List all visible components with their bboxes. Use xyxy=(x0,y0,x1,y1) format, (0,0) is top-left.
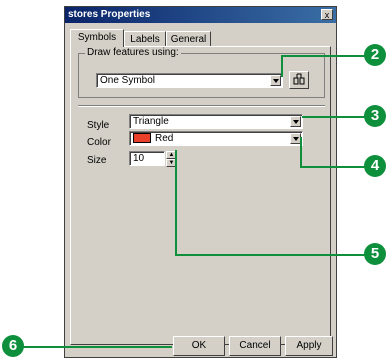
cancel-button[interactable]: Cancel xyxy=(229,336,281,356)
apply-button[interactable]: Apply xyxy=(285,336,333,356)
callout-line-4 xyxy=(300,166,366,168)
size-input[interactable]: 10 xyxy=(129,151,165,166)
dialog-title: stores Properties xyxy=(65,7,336,23)
draw-features-dropdown[interactable]: One Symbol xyxy=(96,73,283,88)
symbol-picker-icon xyxy=(293,73,305,85)
symbols-panel: Draw features using: One Symbol Style Tr… xyxy=(70,46,331,345)
callout-2-badge: 2 xyxy=(364,44,386,66)
callout-line-2 xyxy=(283,55,366,57)
callout-line-3 xyxy=(302,116,366,118)
callout-4-badge: 4 xyxy=(364,155,386,177)
tab-symbols[interactable]: Symbols xyxy=(70,29,124,47)
size-value: 10 xyxy=(133,153,145,164)
callout-6-badge: 6 xyxy=(2,335,24,357)
symbol-properties-button[interactable] xyxy=(289,71,309,89)
callout-line-4-drop xyxy=(300,137,302,167)
ok-button[interactable]: OK xyxy=(173,336,225,356)
callout-3-badge: 3 xyxy=(364,105,386,127)
draw-features-value: One Symbol xyxy=(100,75,156,86)
style-dropdown[interactable]: Triangle xyxy=(129,114,303,129)
color-value: Red xyxy=(155,133,174,144)
style-value: Triangle xyxy=(133,116,169,127)
callout-5-badge: 5 xyxy=(364,243,386,265)
tab-general[interactable]: General xyxy=(166,31,211,46)
size-label: Size xyxy=(87,155,107,166)
callout-line-2-drop xyxy=(281,55,283,77)
draw-features-label: Draw features using: xyxy=(85,47,181,58)
color-swatch xyxy=(133,133,151,144)
separator xyxy=(78,105,325,107)
callout-line-6 xyxy=(22,346,172,348)
callout-line-5-drop xyxy=(175,150,177,255)
chevron-down-icon[interactable] xyxy=(270,75,281,86)
draw-features-group: Draw features using: One Symbol xyxy=(78,47,325,98)
style-label: Style xyxy=(87,120,110,131)
tab-labels[interactable]: Labels xyxy=(124,31,166,46)
properties-dialog: stores Properties x Symbols Labels Gener… xyxy=(64,6,337,358)
color-label: Color xyxy=(87,137,111,148)
chevron-down-icon[interactable] xyxy=(290,116,301,127)
close-button[interactable]: x xyxy=(321,9,333,20)
color-dropdown[interactable]: Red xyxy=(129,131,303,146)
callout-line-5 xyxy=(175,254,366,256)
